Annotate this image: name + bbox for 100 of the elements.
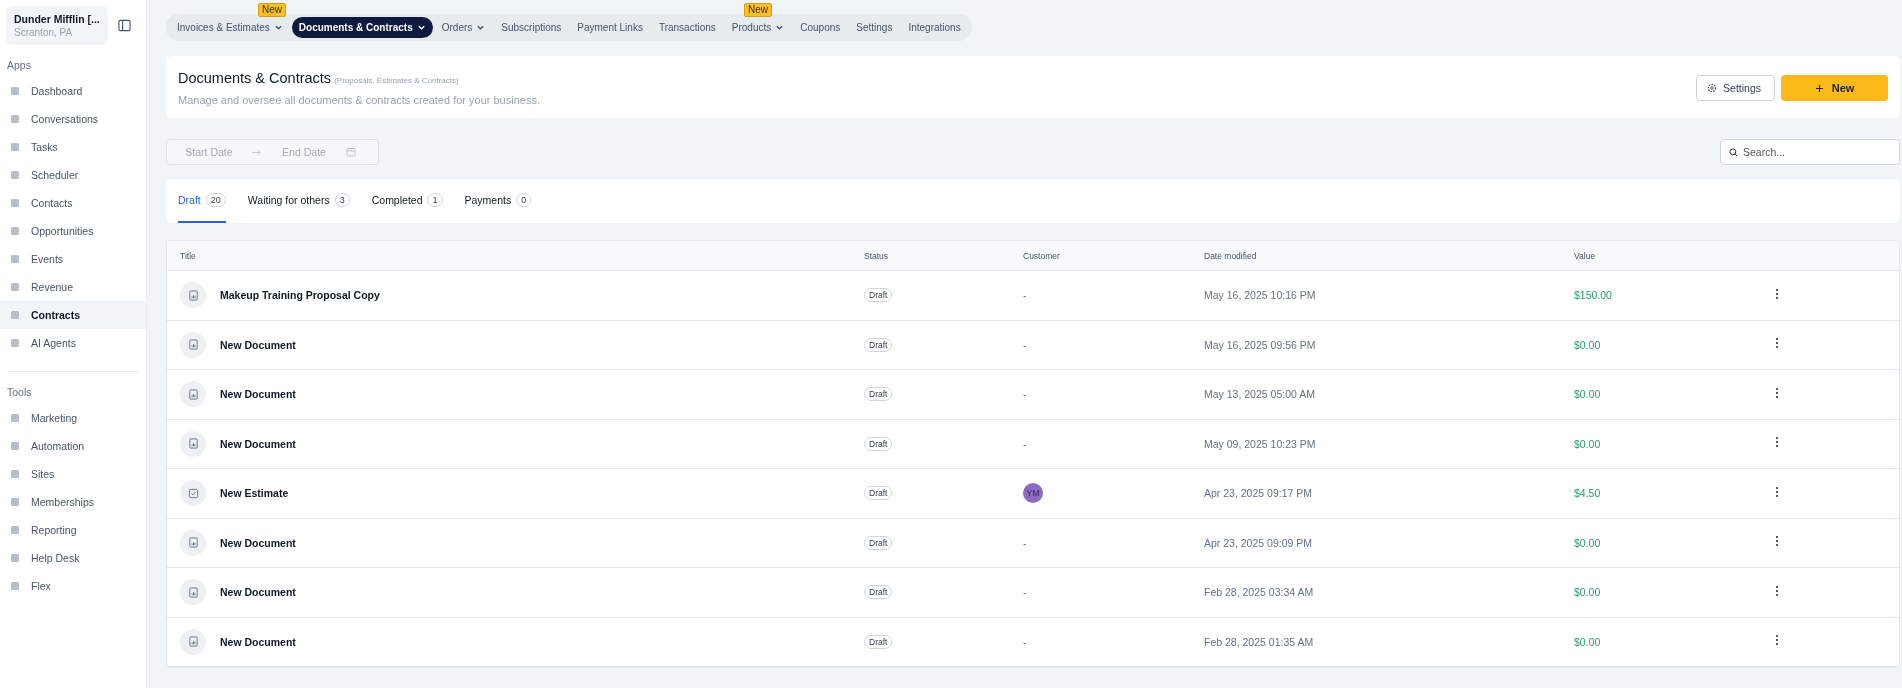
- sidebar-item[interactable]: Events: [0, 245, 146, 273]
- square-icon: [10, 441, 20, 451]
- nav-tab[interactable]: Transactions: [651, 17, 723, 38]
- square-icon: [10, 170, 20, 180]
- new-badge: New: [258, 3, 286, 17]
- nav-tab[interactable]: Coupons: [793, 17, 848, 38]
- customer-cell-text: -: [1023, 437, 1028, 450]
- document-icon: [180, 331, 206, 358]
- date-cell-text: Feb 28, 2025 03:34 AM: [1204, 586, 1315, 599]
- sidebar-item[interactable]: Memberships: [0, 488, 146, 516]
- date-cell-text: May 13, 2025 05:00 AM: [1204, 388, 1316, 401]
- status-tab[interactable]: Draft 20: [178, 179, 226, 223]
- value-cell-text: $0.00: [1574, 536, 1602, 549]
- document-title[interactable]: New Document: [220, 635, 296, 648]
- square-icon: [10, 553, 20, 563]
- square-icon: [10, 282, 20, 292]
- status-tab[interactable]: Payments 0: [464, 179, 532, 223]
- column-header: Value: [1574, 250, 1597, 261]
- page-title: Documents & Contracts: [178, 70, 332, 86]
- sidebar-item[interactable]: AI Agents: [0, 329, 146, 357]
- start-date-field[interactable]: Start Date: [167, 145, 251, 159]
- customer-cell-text: -: [1023, 586, 1028, 599]
- nav-tab[interactable]: Subscriptions: [494, 17, 569, 38]
- status-tab[interactable]: Completed 1: [371, 179, 443, 223]
- sidebar-item[interactable]: Dashboard: [0, 77, 146, 105]
- sidebar-item[interactable]: Tasks: [0, 133, 146, 161]
- arrow-right-icon: [251, 147, 262, 157]
- sidebar-item[interactable]: Marketing: [0, 404, 146, 432]
- value-cell-text: $0.00: [1574, 437, 1602, 450]
- document-title[interactable]: New Document: [220, 338, 296, 351]
- document-icon: [180, 529, 206, 556]
- date-cell-text: Apr 23, 2025 09:17 PM: [1204, 487, 1313, 500]
- document-title[interactable]: New Document: [220, 536, 296, 549]
- customer-cell-text: -: [1023, 338, 1028, 351]
- nav-tab[interactable]: Documents & Contracts: [291, 17, 433, 38]
- nav-tab[interactable]: Orders: [434, 17, 493, 38]
- new-button[interactable]: New: [1781, 75, 1888, 101]
- date-cell-text: Feb 28, 2025 01:35 AM: [1204, 635, 1315, 648]
- end-date-field[interactable]: End Date: [262, 145, 346, 159]
- search-field[interactable]: Search...: [1720, 139, 1900, 165]
- square-icon: [10, 142, 20, 152]
- square-icon: [10, 581, 20, 591]
- document-icon: [180, 381, 206, 408]
- nav-tab[interactable]: Products: [724, 17, 792, 38]
- calendar-icon: [346, 147, 356, 157]
- sidebar-item[interactable]: Reporting: [0, 516, 146, 544]
- nav-tab[interactable]: Settings: [849, 17, 900, 38]
- account-location: Scranton, PA: [14, 27, 74, 38]
- sidebar-item[interactable]: Revenue: [0, 273, 146, 301]
- sidebar-item[interactable]: Conversations: [0, 105, 146, 133]
- square-icon: [10, 254, 20, 264]
- column-header: Customer: [1023, 250, 1061, 261]
- sidebar-item[interactable]: Help Desk: [0, 544, 146, 572]
- customer-cell-text: -: [1023, 536, 1028, 549]
- date-cell-text: May 16, 2025 09:56 PM: [1204, 338, 1317, 351]
- document-title[interactable]: New Estimate: [220, 487, 289, 500]
- document-icon: [180, 628, 206, 655]
- nav-tab[interactable]: Integrations: [901, 17, 968, 38]
- sidebar-item[interactable]: Sites: [0, 460, 146, 488]
- nav-tab[interactable]: Payment Links: [570, 17, 650, 38]
- section-heading: Tools: [7, 386, 33, 398]
- settings-button[interactable]: Settings: [1696, 75, 1775, 101]
- document-title[interactable]: New Document: [220, 437, 296, 450]
- date-cell-text: May 16, 2025 10:16 PM: [1204, 289, 1317, 302]
- sidebar-item[interactable]: Opportunities: [0, 217, 146, 245]
- settings-icon: [1707, 83, 1718, 93]
- document-title[interactable]: New Document: [220, 586, 296, 599]
- account-name: Dunder Mifflin [...: [14, 13, 100, 25]
- sidebar-item[interactable]: Scheduler: [0, 161, 146, 189]
- nav-tab[interactable]: Invoices & Estimates: [170, 17, 290, 38]
- column-header: Title: [179, 250, 197, 261]
- square-icon: [10, 310, 20, 320]
- sidebar-item[interactable]: Contacts: [0, 189, 146, 217]
- sidebar-toggle-icon[interactable]: [118, 19, 131, 32]
- status-tab[interactable]: Waiting for others 3: [247, 179, 350, 223]
- value-cell-text: $0.00: [1574, 586, 1602, 599]
- page-description: Manage and oversee all documents & contracts created for your business.: [178, 94, 540, 106]
- sidebar-item[interactable]: Automation: [0, 432, 146, 460]
- square-icon: [10, 525, 20, 535]
- column-header: Status: [864, 250, 890, 261]
- document-icon: [180, 430, 206, 457]
- square-icon: [10, 469, 20, 479]
- square-icon: [10, 497, 20, 507]
- document-title[interactable]: New Document: [220, 388, 296, 401]
- square-icon: [10, 114, 20, 124]
- account-switcher[interactable]: Dunder Mifflin [... Scranton, PA: [6, 6, 108, 45]
- column-header: Date modified: [1204, 250, 1258, 261]
- square-icon: [10, 86, 20, 96]
- value-cell-text: $0.00: [1574, 388, 1602, 401]
- value-cell-text: $4.50: [1574, 487, 1602, 500]
- value-cell-text: $0.00: [1574, 338, 1602, 351]
- document-icon: [180, 282, 206, 309]
- sidebar-item[interactable]: Flex: [0, 572, 146, 600]
- sidebar-item[interactable]: Contracts: [0, 301, 146, 329]
- square-icon: [10, 198, 20, 208]
- square-icon: [10, 338, 20, 348]
- document-title[interactable]: Makeup Training Proposal Copy: [220, 289, 380, 302]
- customer-cell-text: -: [1023, 635, 1028, 648]
- square-icon: [10, 226, 20, 236]
- search-icon: [1729, 147, 1738, 157]
